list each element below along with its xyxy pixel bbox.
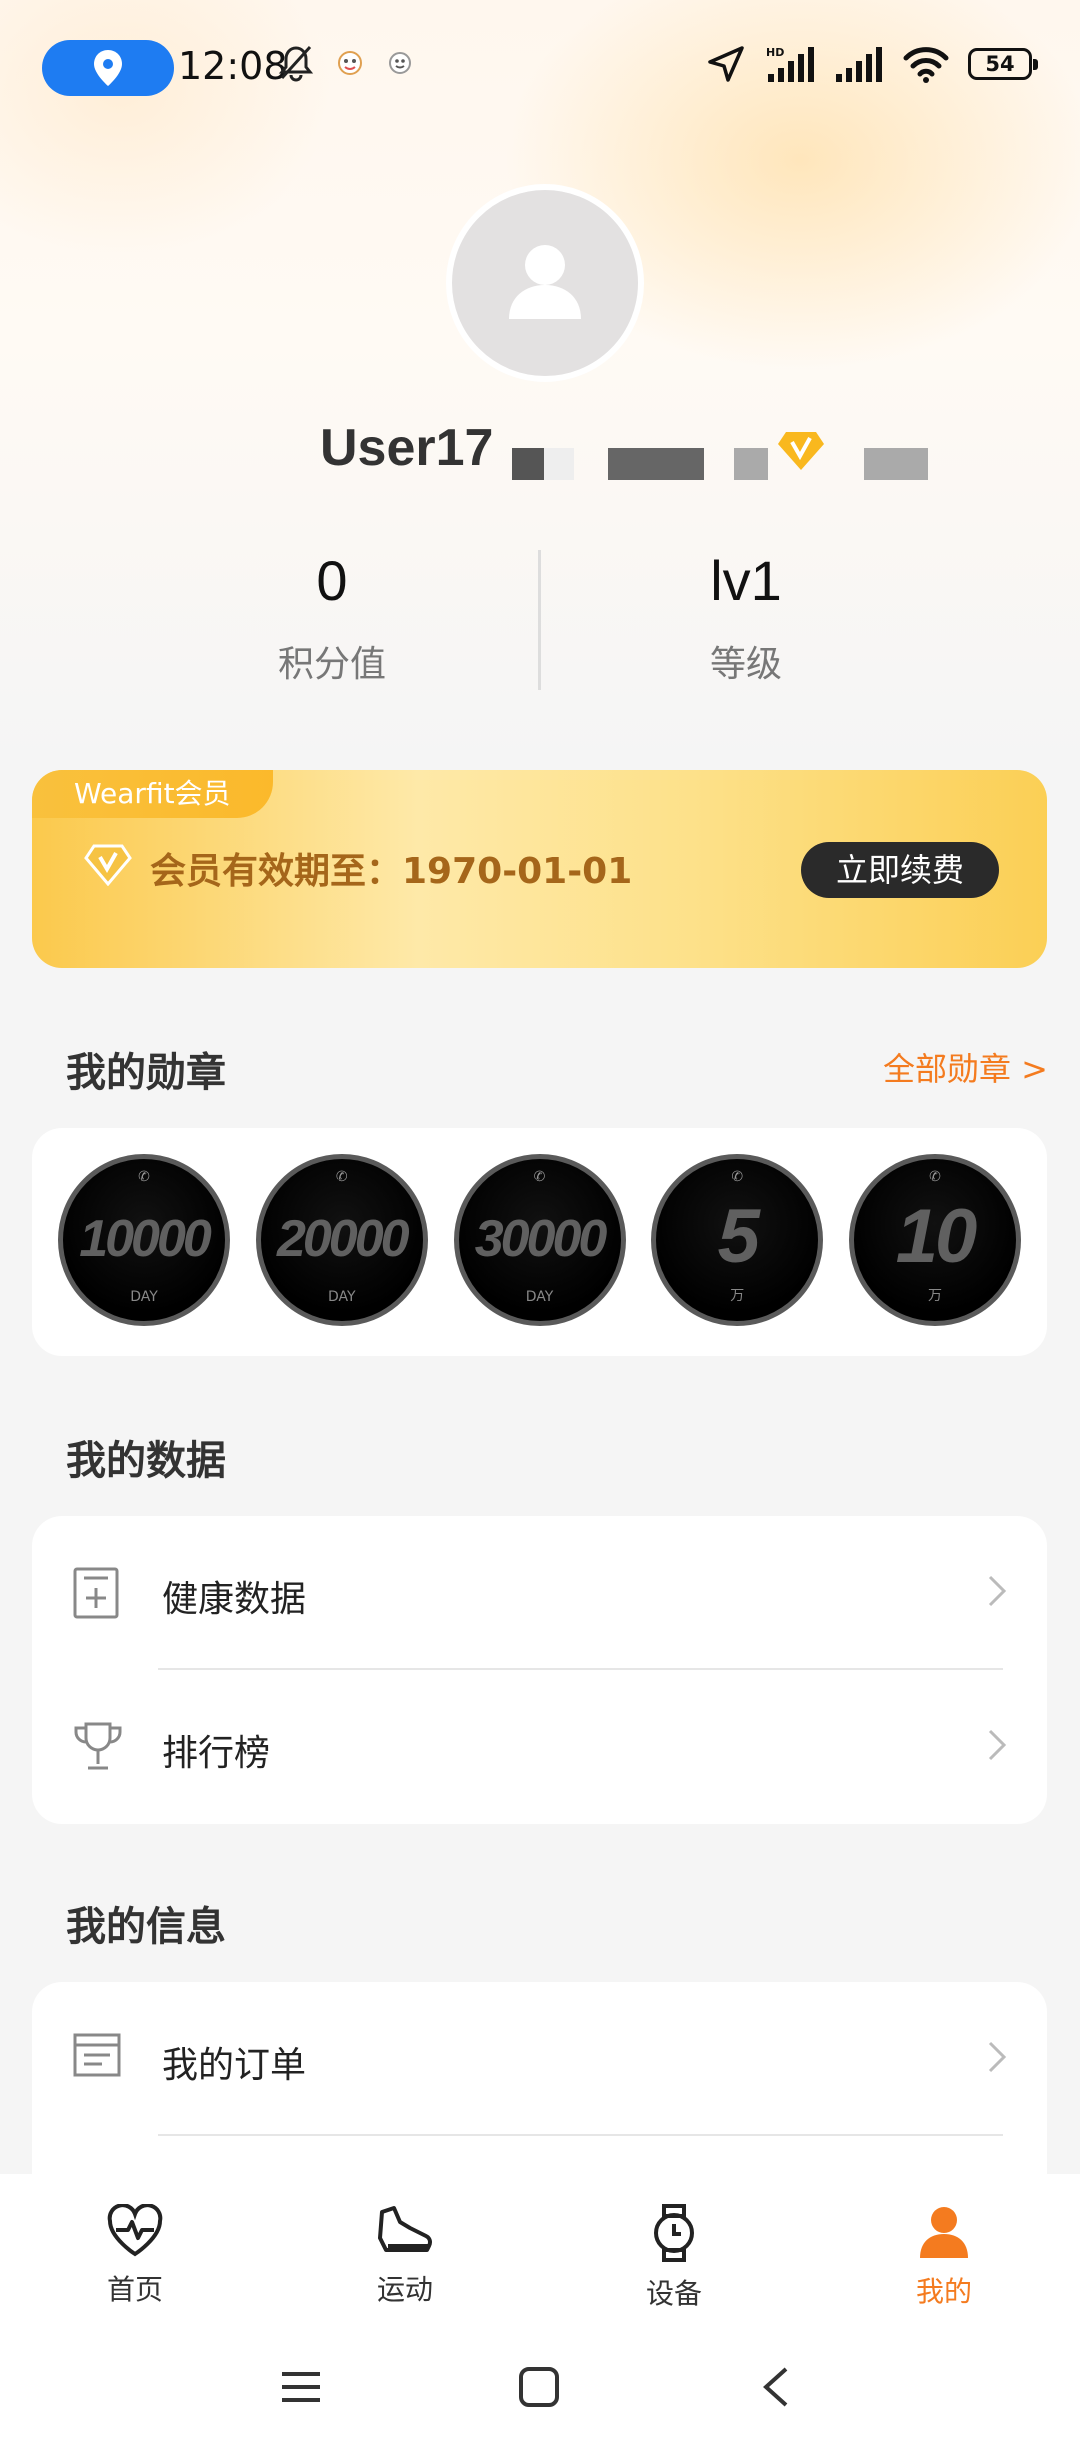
tab-label: 设备 (645, 2277, 702, 2310)
chevron-right-icon (988, 2041, 1007, 2073)
list-item-health-data[interactable]: 健康数据 (32, 1516, 1047, 1670)
divider (158, 2134, 1003, 2136)
level-label: 等级 (709, 644, 782, 685)
all-badges-link[interactable]: 全部勋章 > (883, 1044, 1048, 1090)
tab-home[interactable]: 首页 (55, 2203, 215, 2308)
redacted-block (512, 448, 544, 480)
back-arrow-icon[interactable] (760, 2366, 790, 2408)
renew-button[interactable]: 立即续费 (801, 842, 999, 898)
bottom-navigation: 首页 运动 设备 我的 (0, 2174, 1080, 2344)
points-value: 0 (316, 549, 348, 612)
tab-label: 首页 (106, 2273, 163, 2306)
signal-icon (836, 47, 882, 82)
level-stat[interactable]: lv1 等级 (596, 548, 896, 687)
chevron-right-icon (988, 1575, 1007, 1607)
battery-indicator: 54 (968, 48, 1038, 80)
tab-device[interactable]: 设备 (594, 2204, 754, 2312)
order-icon (73, 2033, 121, 2077)
points-stat[interactable]: 0 积分值 (182, 548, 482, 687)
badge-20000-day[interactable]: ✆ 20000 DAY (255, 1154, 428, 1326)
badge-30000-day[interactable]: ✆ 30000 DAY (453, 1154, 626, 1326)
svg-text:HD: HD (766, 46, 784, 59)
tab-sport[interactable]: 运动 (325, 2204, 485, 2308)
signal-hd-icon: HD (766, 46, 814, 82)
profile-stats: 0 积分值 lv1 等级 (0, 548, 1080, 698)
badge-10-wan[interactable]: ✆ 10 万 (849, 1154, 1021, 1326)
vip-diamond-icon (84, 842, 132, 890)
list-item-ranking[interactable]: 排行榜 (32, 1670, 1047, 1824)
app-notification-icon-2 (389, 52, 411, 74)
badges-section-title: 我的勋章 (66, 1050, 226, 1096)
list-item-label: 排行榜 (162, 1733, 271, 1774)
stats-divider (538, 550, 541, 690)
membership-validity: 会员有效期至：1970-01-01 (150, 851, 633, 892)
redacted-block (864, 448, 928, 480)
tab-label: 我的 (915, 2275, 972, 2308)
chevron-right-icon (988, 1729, 1007, 1761)
list-item-my-orders[interactable]: 我的订单 (32, 1982, 1047, 2136)
redacted-block (608, 448, 704, 480)
location-indicator[interactable] (42, 40, 174, 96)
membership-card[interactable]: Wearfit会员 会员有效期至：1970-01-01 立即续费 (32, 770, 1047, 968)
redacted-block (544, 448, 574, 480)
muted-bell-icon (278, 45, 314, 82)
info-section-title: 我的信息 (66, 1904, 226, 1950)
list-item-label: 我的订单 (162, 2045, 307, 2086)
vip-badge-icon (776, 428, 826, 476)
system-navigation-bar (0, 2344, 1080, 2460)
data-section-title: 我的数据 (66, 1438, 226, 1484)
badges-card: ✆ 10000 DAY ✆ 20000 DAY ✆ 30000 DAY ✆ 5 … (32, 1128, 1047, 1356)
level-value: lv1 (710, 549, 782, 612)
wifi-icon (903, 47, 949, 83)
trophy-icon (74, 1722, 122, 1770)
tab-label: 运动 (376, 2273, 433, 2306)
location-pin-icon (94, 50, 122, 86)
username-row: User17 (0, 418, 1080, 488)
app-notification-icon (338, 51, 362, 75)
shoe-icon (378, 2206, 432, 2252)
menu-icon[interactable] (280, 2366, 322, 2408)
tab-me[interactable]: 我的 (864, 2204, 1024, 2310)
heart-pulse-icon (107, 2203, 163, 2257)
navigation-arrow-icon (708, 46, 744, 82)
username: User17 (320, 419, 494, 477)
badge-10000-day[interactable]: ✆ 10000 DAY (58, 1154, 230, 1326)
avatar[interactable] (446, 184, 644, 382)
list-item-label: 健康数据 (162, 1579, 307, 1620)
default-user-icon (509, 245, 581, 319)
status-bar: 12:08 HD 54 (0, 0, 1080, 136)
membership-tag: Wearfit会员 (32, 770, 273, 818)
data-card: 健康数据 排行榜 (32, 1516, 1047, 1824)
home-square-icon[interactable] (518, 2366, 560, 2408)
redacted-block (734, 448, 768, 480)
status-time: 12:08 (178, 44, 288, 88)
badge-5-wan[interactable]: ✆ 5 万 (651, 1154, 824, 1326)
person-icon (920, 2207, 968, 2258)
watch-icon (654, 2204, 694, 2262)
points-label: 积分值 (277, 644, 386, 685)
health-data-icon (73, 1567, 119, 1619)
